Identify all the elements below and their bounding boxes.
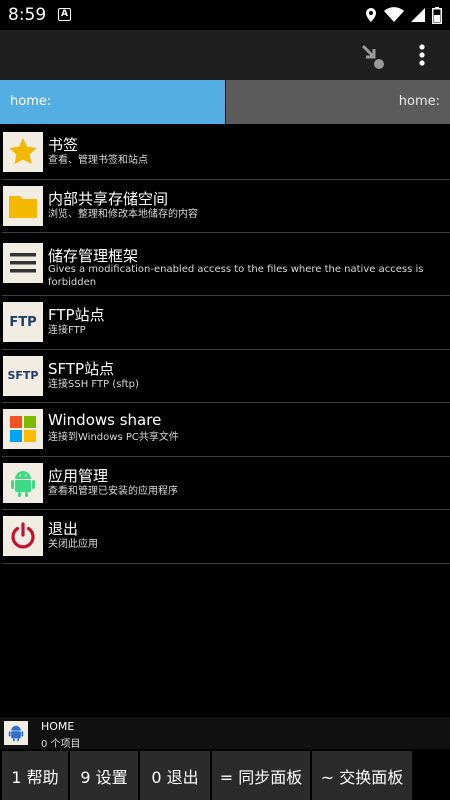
list-item-storage-access-framework[interactable]: 储存管理框架 Gives a modification-enabled acce… [2,233,450,296]
select-arrow-icon[interactable] [352,30,392,80]
sftp-icon-label: SFTP [7,369,39,382]
list-item-title: 书签 [48,136,79,154]
gps-icon [366,8,376,22]
list-item-subtitle: 连接到Windows PC共享文件 [48,432,179,443]
right-path-label: home: [398,94,440,109]
list-item-bookmarks[interactable]: 书签 查看、管理书签和站点 [2,126,450,180]
list-item-sftp[interactable]: SFTP SFTP站点 连接SSH FTP (sftp) [2,350,450,403]
sftp-icon: SFTP [3,355,43,396]
sync-panels-button[interactable]: = 同步面板 [212,751,310,800]
list-item-subtitle: 连接SSH FTP (sftp) [48,378,139,390]
status-icons [364,6,442,24]
list-item-internal-storage[interactable]: 内部共享存储空间 浏览、整理和修改本地储存的内容 [2,180,450,233]
list-item-title: 应用管理 [48,466,109,485]
status-time: 8:59 [8,5,47,25]
ftp-icon: FTP [3,302,43,342]
list-item-app-manager[interactable]: 应用管理 查看和管理已安装的应用程序 [2,457,450,510]
list-item-title: 内部共享存储空间 [48,189,169,208]
list-item-windows-share[interactable]: Windows share 连接到Windows PC共享文件 [2,403,450,457]
settings-button[interactable]: 9 设置 [70,751,138,800]
android-icon [3,462,43,503]
ftp-icon-label: FTP [9,314,37,330]
list-item-subtitle: 关闭此应用 [48,539,98,550]
list-item-title: Windows share [48,411,162,429]
help-button[interactable]: 1 帮助 [2,751,68,800]
list-item-subtitle: 查看、管理书签和站点 [48,155,148,166]
list-item-title: 退出 [48,520,79,538]
list-item-exit[interactable]: 退出 关闭此应用 [2,510,450,564]
left-panel-path[interactable]: home: [0,80,225,124]
star-icon [3,132,43,172]
panel-info-bar: HOME 0 个项目 [0,717,450,750]
notification-app-icon: A [58,8,71,21]
battery-icon [432,6,442,24]
list-item-subtitle: 查看和管理已安装的应用程序 [48,485,178,497]
wifi-icon [384,7,404,22]
location-list: 书签 查看、管理书签和站点 内部共享存储空间 浏览、整理和修改本地储存的内容 储… [0,126,450,564]
signal-icon [411,8,425,22]
left-path-label: home: [10,94,52,109]
list-item-title: SFTP站点 [48,359,115,378]
list-item-subtitle: 浏览、整理和修改本地储存的内容 [48,208,198,220]
function-key-bar: 1 帮助 9 设置 0 退出 = 同步面板 ~ 交换面板 [0,749,450,800]
right-panel-path[interactable]: home: [226,80,450,124]
app-toolbar [0,30,450,80]
swap-panels-button[interactable]: ~ 交换面板 [312,751,412,800]
list-item-subtitle: 连接FTP [48,325,86,336]
panel-info-count: 0 个项目 [41,739,81,750]
overflow-menu-icon[interactable] [402,30,442,80]
list-item-title: FTP站点 [48,306,105,324]
list-item-subtitle: Gives a modification-enabled access to t… [48,264,424,288]
menu-lines-icon [3,243,43,283]
panel-info-title: HOME [41,720,75,733]
power-icon [3,516,43,556]
list-item-ftp[interactable]: FTP FTP站点 连接FTP [2,296,450,350]
windows-icon [3,409,43,449]
status-bar: 8:59 A [0,0,450,30]
exit-button[interactable]: 0 退出 [140,751,210,800]
folder-icon [3,185,43,226]
android-small-icon [4,721,28,745]
